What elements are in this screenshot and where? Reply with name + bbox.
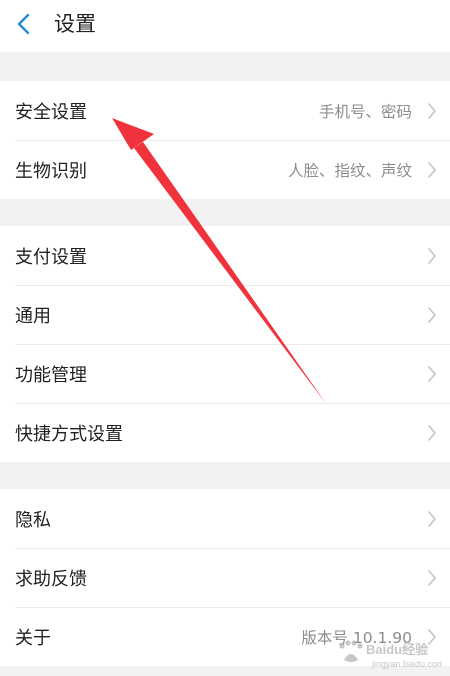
- chevron-right-icon: [428, 306, 436, 323]
- row-label: 快捷方式设置: [15, 423, 123, 445]
- baidu-jingyan-watermark-logo: Baidu经验 jingyan.baidu.com: [339, 640, 442, 669]
- settings-group-security: 安全设置 手机号、密码 生物识别 人脸、指纹、声纹: [0, 81, 450, 199]
- settings-row-general[interactable]: 通用: [0, 285, 450, 344]
- row-value: 人脸、指纹、声纹: [287, 161, 412, 180]
- row-label: 求助反馈: [15, 568, 87, 590]
- settings-row-payment[interactable]: 支付设置: [0, 226, 450, 285]
- back-arrow-icon[interactable]: [14, 12, 34, 36]
- settings-page: 设置 安全设置 手机号、密码 生物识别 人脸、指纹、声纹 支付设置 通用 功能管…: [0, 0, 450, 676]
- settings-row-feature-management[interactable]: 功能管理: [0, 344, 450, 403]
- svg-text:jingyan.baidu.com: jingyan.baidu.com: [371, 659, 442, 669]
- row-label: 通用: [15, 305, 51, 327]
- row-value: 手机号、密码: [318, 102, 412, 121]
- row-label: 关于: [15, 627, 51, 649]
- row-label: 生物识别: [15, 160, 87, 182]
- chevron-right-icon: [428, 424, 436, 441]
- row-label: 安全设置: [15, 101, 87, 123]
- chevron-right-icon: [428, 569, 436, 586]
- page-title: 设置: [54, 12, 96, 36]
- settings-row-biometrics[interactable]: 生物识别 人脸、指纹、声纹: [0, 140, 450, 199]
- row-label: 功能管理: [15, 364, 87, 386]
- row-label: 支付设置: [15, 246, 87, 268]
- settings-row-security[interactable]: 安全设置 手机号、密码: [0, 81, 450, 140]
- chevron-right-icon: [428, 510, 436, 527]
- chevron-right-icon: [428, 247, 436, 264]
- chevron-right-icon: [428, 365, 436, 382]
- chevron-right-icon: [428, 161, 436, 178]
- svg-text:Baidu经验: Baidu经验: [366, 642, 429, 657]
- settings-row-help-feedback[interactable]: 求助反馈: [0, 548, 450, 607]
- top-bar: 设置: [0, 0, 450, 52]
- settings-row-privacy[interactable]: 隐私: [0, 489, 450, 548]
- chevron-right-icon: [428, 102, 436, 119]
- row-label: 隐私: [15, 509, 51, 531]
- settings-group-general: 支付设置 通用 功能管理 快捷方式设置: [0, 226, 450, 462]
- settings-row-shortcuts[interactable]: 快捷方式设置: [0, 403, 450, 462]
